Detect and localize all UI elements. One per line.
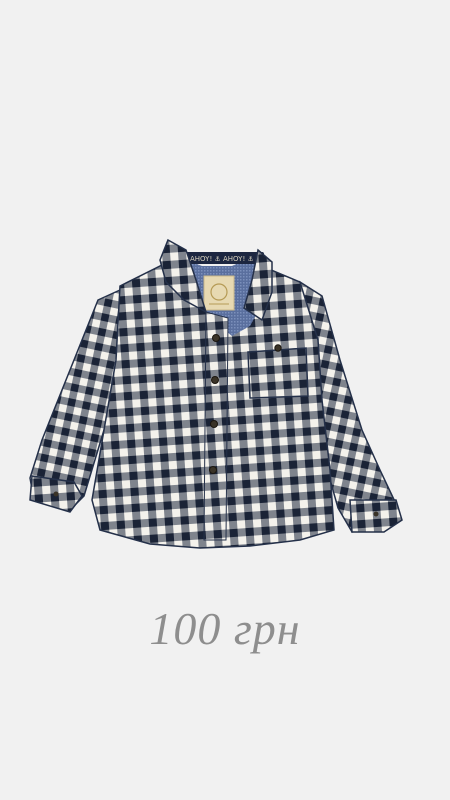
- pocket-button: [274, 344, 282, 352]
- brand-label: [203, 275, 235, 311]
- cuff-button: [373, 511, 379, 517]
- shirt-button: [210, 420, 218, 428]
- cuff-button: [53, 491, 59, 497]
- product-photo: AHOY! ⚓ AHOY! ⚓: [29, 238, 403, 549]
- price-label: 100 грн: [149, 603, 301, 654]
- shirt-button: [212, 334, 220, 342]
- shirt-icon: AHOY! ⚓ AHOY! ⚓: [29, 238, 403, 549]
- chest-pocket: [247, 347, 309, 399]
- shirt-button: [211, 376, 219, 384]
- shirt-button: [209, 466, 217, 474]
- neck-tape-text: AHOY! ⚓ AHOY! ⚓: [190, 255, 254, 263]
